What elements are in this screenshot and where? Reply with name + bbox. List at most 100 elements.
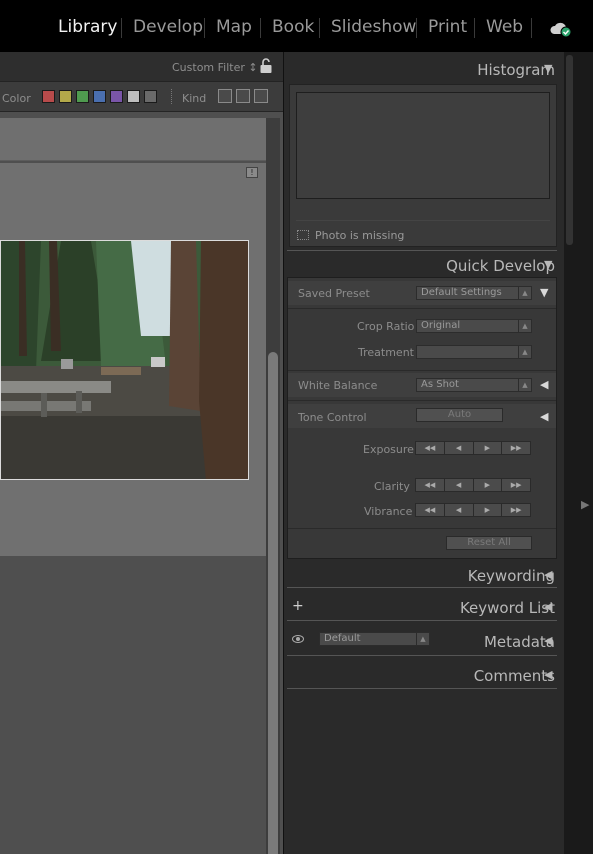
crop-ratio-select[interactable]: Original ▲ [416, 319, 532, 333]
increase-large-icon[interactable]: ▶▶ [502, 504, 530, 516]
cloud-sync-icon[interactable] [549, 20, 573, 38]
color-filter-yellow[interactable] [59, 90, 72, 103]
decrease-small-icon[interactable]: ◀ [444, 479, 474, 491]
increase-large-icon[interactable]: ▶▶ [502, 479, 530, 491]
comments-header[interactable]: Comments [474, 667, 555, 685]
color-filter-none[interactable] [144, 90, 157, 103]
histogram-collapse-icon[interactable]: ▼ [544, 62, 552, 75]
grid-cell-previous-row[interactable] [0, 118, 266, 161]
panel-divider [287, 620, 557, 621]
color-filter-green[interactable] [76, 90, 89, 103]
panel-divider [287, 655, 557, 656]
quick-develop-header[interactable]: Quick Develop [446, 257, 555, 275]
module-picker: Library Develop Map Book Slideshow Print… [0, 0, 593, 52]
module-separator [416, 18, 417, 38]
module-library[interactable]: Library [58, 17, 117, 37]
forest-picnic-image [1, 241, 248, 479]
quick-develop-collapse-icon[interactable]: ▼ [544, 258, 552, 271]
auto-tone-button[interactable]: Auto [416, 408, 503, 422]
qd-divider [288, 308, 556, 309]
keywording-expand-icon[interactable]: ◀ [544, 568, 552, 581]
kind-filter-label: Kind [182, 92, 207, 105]
select-arrows-icon: ▲ [518, 287, 531, 299]
decrease-large-icon[interactable]: ◀◀ [416, 479, 445, 491]
saved-preset-label: Saved Preset [298, 287, 370, 300]
photo-missing-text: Photo is missing [315, 229, 405, 242]
clarity-label: Clarity [374, 480, 410, 493]
module-slideshow[interactable]: Slideshow [331, 17, 416, 37]
color-filter-blue[interactable] [93, 90, 106, 103]
exposure-label: Exposure [363, 443, 414, 456]
module-map[interactable]: Map [216, 17, 252, 37]
saved-preset-value: Default Settings [421, 287, 502, 298]
keywording-header[interactable]: Keywording [468, 567, 555, 585]
panel-divider [287, 587, 557, 588]
color-filter-purple[interactable] [110, 90, 123, 103]
vibrance-stepper[interactable]: ◀◀ ◀ ▶ ▶▶ [415, 503, 531, 517]
grid-scrollbar-thumb[interactable] [268, 352, 278, 854]
module-separator [531, 18, 532, 38]
white-balance-select[interactable]: As Shot ▲ [416, 378, 532, 392]
histogram-divider [296, 220, 550, 221]
custom-filter-dropdown[interactable]: Custom Filter ↕ [172, 61, 258, 74]
reset-all-button[interactable]: Reset All [446, 536, 532, 550]
select-arrows-icon: ▲ [416, 633, 429, 645]
color-filter-label: Color [2, 92, 31, 105]
increase-small-icon[interactable]: ▶ [473, 442, 503, 454]
module-separator [474, 18, 475, 38]
comments-expand-icon[interactable]: ◀ [544, 668, 552, 681]
qd-divider [288, 370, 556, 371]
vibrance-label: Vibrance [364, 505, 413, 518]
kind-master-photos-icon[interactable] [218, 89, 232, 103]
right-panel-scrollbar[interactable] [566, 55, 573, 245]
qd-divider [288, 528, 556, 529]
add-keyword-icon[interactable]: + [292, 598, 304, 614]
filter-divider [171, 89, 172, 104]
crop-ratio-label: Crop Ratio [357, 320, 415, 333]
module-develop[interactable]: Develop [133, 17, 203, 37]
missing-photo-badge-icon[interactable]: ! [246, 167, 258, 178]
white-balance-label: White Balance [298, 379, 378, 392]
eye-icon[interactable] [292, 635, 304, 643]
tone-control-label: Tone Control [298, 411, 367, 424]
keyword-list-expand-icon[interactable]: ◀ [544, 600, 552, 613]
decrease-large-icon[interactable]: ◀◀ [416, 442, 445, 454]
color-filter-red[interactable] [42, 90, 55, 103]
metadata-preset-select[interactable]: Default ▲ [319, 632, 430, 646]
saved-preset-expand-icon[interactable]: ▼ [540, 286, 548, 299]
histogram-display [296, 92, 550, 199]
keyword-list-header[interactable]: Keyword List [460, 599, 555, 617]
unlock-icon[interactable] [259, 58, 273, 74]
module-book[interactable]: Book [272, 17, 314, 37]
photo-thumbnail[interactable] [0, 240, 249, 480]
increase-small-icon[interactable]: ▶ [473, 504, 503, 516]
module-separator [121, 18, 122, 38]
module-separator [204, 18, 205, 38]
decrease-small-icon[interactable]: ◀ [444, 504, 474, 516]
tone-control-expand-icon[interactable]: ◀ [540, 410, 548, 423]
select-arrows-icon: ▲ [518, 346, 531, 358]
kind-virtual-copies-icon[interactable] [236, 89, 250, 103]
kind-videos-icon[interactable] [254, 89, 268, 103]
panel-toggle-arrow-icon[interactable]: ▶ [581, 498, 589, 511]
module-web[interactable]: Web [486, 17, 523, 37]
decrease-small-icon[interactable]: ◀ [444, 442, 474, 454]
qd-divider [288, 400, 556, 401]
metadata-expand-icon[interactable]: ◀ [544, 634, 552, 647]
saved-preset-select[interactable]: Default Settings ▲ [416, 286, 532, 300]
color-filter-custom[interactable] [127, 90, 140, 103]
treatment-label: Treatment [358, 346, 414, 359]
missing-photo-icon [297, 230, 309, 240]
crop-ratio-value: Original [421, 320, 461, 331]
increase-large-icon[interactable]: ▶▶ [502, 442, 530, 454]
increase-small-icon[interactable]: ▶ [473, 479, 503, 491]
white-balance-expand-icon[interactable]: ◀ [540, 378, 548, 391]
exposure-stepper[interactable]: ◀◀ ◀ ▶ ▶▶ [415, 441, 531, 455]
module-print[interactable]: Print [428, 17, 467, 37]
module-separator [319, 18, 320, 38]
white-balance-value: As Shot [421, 379, 459, 390]
decrease-large-icon[interactable]: ◀◀ [416, 504, 445, 516]
panel-divider [287, 688, 557, 689]
clarity-stepper[interactable]: ◀◀ ◀ ▶ ▶▶ [415, 478, 531, 492]
treatment-select[interactable]: ▲ [416, 345, 532, 359]
